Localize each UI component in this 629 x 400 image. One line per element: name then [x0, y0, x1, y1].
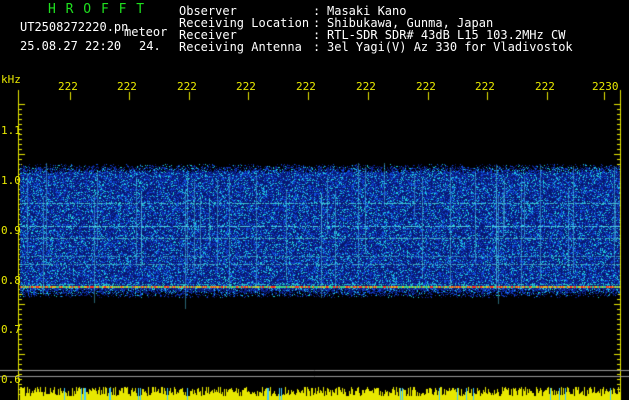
filename-label: UT2508272220.pn: [20, 20, 129, 34]
antenna-value: 3el Yagi(V) Az 330 for Vladivostok: [327, 40, 573, 54]
x-tick-label: 222: [416, 80, 436, 93]
y-axis-unit: kHz: [1, 73, 21, 86]
datetime-label: 25.08.27 22:20: [20, 39, 122, 53]
y-tick-label: 0.8: [1, 274, 21, 287]
x-tick-label: 222: [356, 80, 376, 93]
x-tick-label: 222: [296, 80, 316, 93]
y-tick-label: 1.1: [1, 124, 21, 137]
spectrogram-waterfall: [0, 0, 629, 400]
count-label: 24.: [139, 39, 161, 53]
y-tick-label: 1.0: [1, 174, 21, 187]
y-tick-label: 0.7: [1, 323, 21, 336]
antenna-sep: :: [313, 40, 321, 54]
x-tick-label: 222: [535, 80, 555, 93]
app-title: H R O F F T: [48, 2, 146, 17]
y-tick-label: 0.6: [1, 373, 21, 386]
x-tick-label: 2230: [592, 80, 619, 93]
x-tick-label: 222: [236, 80, 256, 93]
meteor-label: meteor: [124, 25, 168, 39]
y-tick-label: 0.9: [1, 224, 21, 237]
x-tick-label: 222: [475, 80, 495, 93]
x-tick-label: 222: [177, 80, 197, 93]
x-tick-label: 222: [117, 80, 137, 93]
antenna-label: Receiving Antenna: [179, 40, 302, 54]
x-tick-label: 222: [58, 80, 78, 93]
